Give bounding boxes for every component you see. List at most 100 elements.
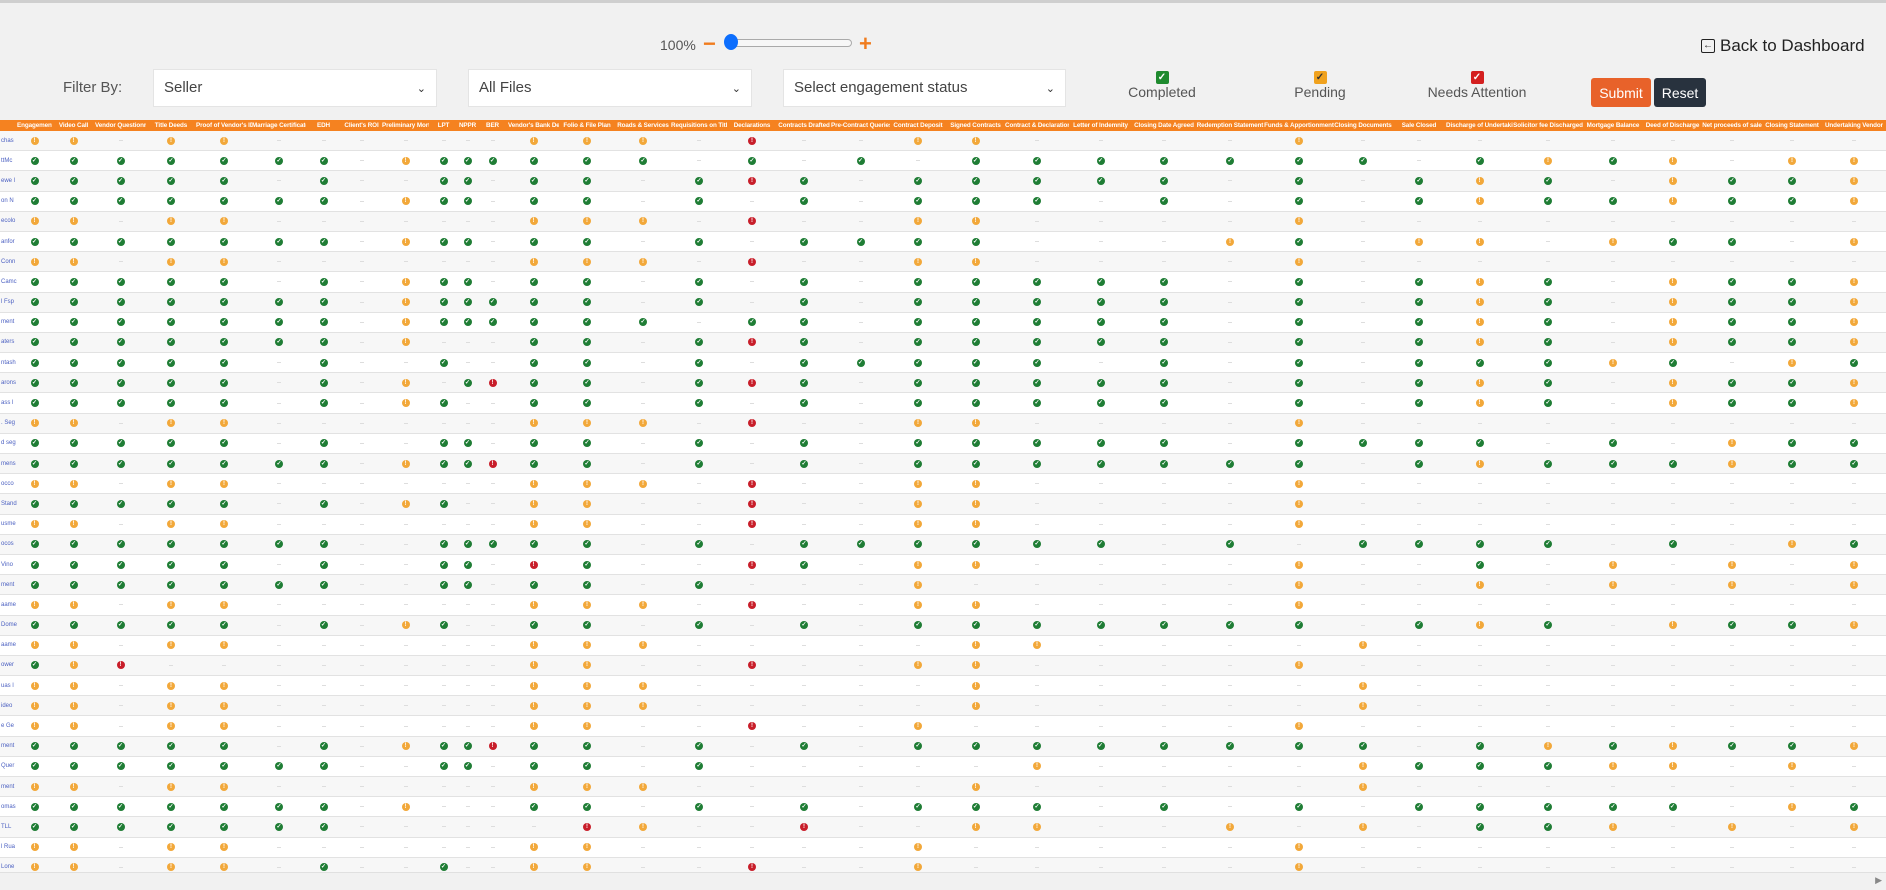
pending-icon[interactable]: ! [529,419,538,428]
completed-icon[interactable]: ✓ [1096,399,1105,408]
completed-icon[interactable]: ✓ [220,762,228,771]
completed-icon[interactable]: ✓ [116,399,125,408]
completed-icon[interactable]: ✓ [1668,802,1677,811]
completed-icon[interactable]: ✓ [319,762,328,771]
needs-attention-icon[interactable]: ! [748,661,756,670]
completed-icon[interactable]: ✓ [1415,197,1423,206]
pending-icon[interactable]: ! [971,499,980,508]
pending-icon[interactable]: ! [167,782,175,791]
column-header[interactable]: Video Call [52,120,95,131]
pending-icon[interactable]: ! [583,863,591,872]
completed-icon[interactable]: ✓ [220,540,228,549]
client-name-link[interactable]: . Seg [0,414,17,433]
column-header[interactable]: Closing Statement [1762,120,1822,131]
client-name-link[interactable]: Dome [0,616,17,635]
completed-icon[interactable]: ✓ [1033,318,1041,327]
completed-icon[interactable]: ✓ [914,439,922,448]
client-name-link[interactable]: arons [0,373,17,392]
completed-icon[interactable]: ✓ [695,459,703,468]
completed-icon[interactable]: ✓ [1415,318,1423,327]
pending-icon[interactable]: ! [914,499,922,508]
pending-icon[interactable]: ! [401,277,410,286]
completed-icon[interactable]: ✓ [463,762,472,771]
completed-icon[interactable]: ✓ [1475,802,1484,811]
completed-icon[interactable]: ✓ [116,762,125,771]
pending-icon[interactable]: ! [639,217,647,226]
pending-icon[interactable]: ! [639,257,647,266]
column-header[interactable]: Title Deeds [146,120,196,131]
completed-icon[interactable]: ✓ [529,621,538,630]
completed-icon[interactable]: ✓ [69,459,78,468]
pending-icon[interactable]: ! [1850,822,1858,831]
pending-icon[interactable]: ! [583,641,591,650]
completed-icon[interactable]: ✓ [1295,176,1303,185]
completed-icon[interactable]: ✓ [971,439,980,448]
pending-icon[interactable]: ! [220,863,228,872]
pending-icon[interactable]: ! [167,843,175,852]
completed-icon[interactable]: ✓ [69,176,78,185]
column-header[interactable]: Contract Deposit [890,120,946,131]
pending-icon[interactable]: ! [1850,338,1858,347]
completed-icon[interactable]: ✓ [1160,802,1168,811]
pending-icon[interactable]: ! [30,479,39,488]
completed-icon[interactable]: ✓ [1544,822,1552,831]
completed-icon[interactable]: ✓ [1295,318,1303,327]
pending-icon[interactable]: ! [1359,762,1367,771]
pending-icon[interactable]: ! [30,722,39,731]
completed-icon[interactable]: ✓ [319,822,328,831]
completed-icon[interactable]: ✓ [1226,742,1234,751]
completed-icon[interactable]: ✓ [800,318,808,327]
pending-icon[interactable]: ! [529,701,538,710]
completed-icon[interactable]: ✓ [1033,802,1041,811]
pending-icon[interactable]: ! [1728,459,1736,468]
completed-icon[interactable]: ✓ [1033,358,1041,367]
completed-icon[interactable]: ✓ [116,560,125,569]
completed-icon[interactable]: ✓ [856,540,865,549]
completed-icon[interactable]: ✓ [1544,378,1552,387]
column-header[interactable]: Roads & Services [615,120,671,131]
pending-icon[interactable]: ! [220,419,228,428]
completed-icon[interactable]: ✓ [319,560,328,569]
needs-attention-icon[interactable]: ! [748,722,756,731]
completed-icon[interactable]: ✓ [1850,540,1858,549]
pending-icon[interactable]: ! [220,681,228,690]
completed-icon[interactable]: ✓ [1544,399,1552,408]
pending-icon[interactable]: ! [914,863,922,872]
pending-icon[interactable]: ! [529,843,538,852]
completed-icon[interactable]: ✓ [1160,338,1168,347]
zoom-slider-handle[interactable] [724,34,738,50]
completed-icon[interactable]: ✓ [1788,399,1796,408]
client-name-link[interactable]: Quer [0,757,17,776]
completed-icon[interactable]: ✓ [1033,540,1041,549]
completed-icon[interactable]: ✓ [971,176,980,185]
pending-icon[interactable]: ! [1359,641,1367,650]
pending-icon[interactable]: ! [1850,156,1858,165]
completed-icon[interactable]: ✓ [1096,156,1105,165]
completed-icon[interactable]: ✓ [583,378,591,387]
completed-icon[interactable]: ✓ [800,399,808,408]
pending-icon[interactable]: ! [529,782,538,791]
completed-icon[interactable]: ✓ [971,540,980,549]
completed-icon[interactable]: ✓ [275,237,283,246]
completed-icon[interactable]: ✓ [1544,762,1552,771]
pending-icon[interactable]: ! [30,136,39,145]
column-header[interactable]: Vendor Questionnaire [95,120,146,131]
completed-icon[interactable]: ✓ [1359,439,1367,448]
column-header[interactable]: Letter of Indemnity [1069,120,1132,131]
completed-icon[interactable]: ✓ [319,459,328,468]
pending-icon[interactable]: ! [583,257,591,266]
completed-icon[interactable]: ✓ [275,318,283,327]
completed-icon[interactable]: ✓ [319,318,328,327]
completed-icon[interactable]: ✓ [529,378,538,387]
completed-icon[interactable]: ✓ [800,439,808,448]
client-name-link[interactable]: anfor [0,232,17,251]
completed-icon[interactable]: ✓ [116,540,125,549]
completed-icon[interactable]: ✓ [220,318,228,327]
needs-attention-icon[interactable]: ! [748,378,756,387]
completed-icon[interactable]: ✓ [319,802,328,811]
pending-icon[interactable]: ! [914,520,922,529]
column-header[interactable]: BER [477,120,508,131]
column-header[interactable]: Requisitions on Title [671,120,727,131]
pending-icon[interactable]: ! [401,237,410,246]
pending-icon[interactable]: ! [1295,843,1303,852]
